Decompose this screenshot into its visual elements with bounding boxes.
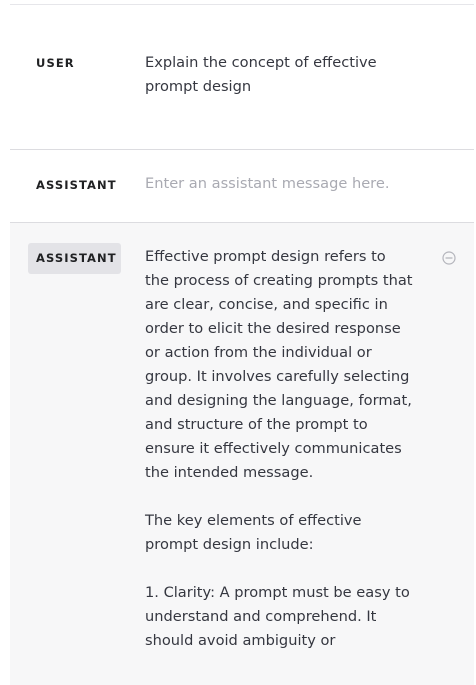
assistant-message-input[interactable]: Enter an assistant message here. (145, 172, 413, 196)
message-row-user: USER Explain the concept of effective pr… (10, 5, 474, 150)
remove-message-button[interactable] (442, 251, 456, 265)
role-label-user[interactable]: USER (28, 48, 83, 79)
message-row-assistant-input: ASSISTANT Enter an assistant message her… (10, 150, 474, 223)
role-label-assistant[interactable]: ASSISTANT (28, 170, 125, 201)
chat-playground: USER Explain the concept of effective pr… (0, 0, 476, 685)
role-label-assistant-selected[interactable]: ASSISTANT (28, 243, 121, 274)
minus-circle-icon (442, 251, 456, 265)
message-content-user[interactable]: Explain the concept of effective prompt … (145, 51, 413, 99)
message-row-assistant: ASSISTANT Effective prompt design refers… (10, 223, 474, 685)
message-content-assistant[interactable]: Effective prompt design refers to the pr… (145, 245, 413, 653)
